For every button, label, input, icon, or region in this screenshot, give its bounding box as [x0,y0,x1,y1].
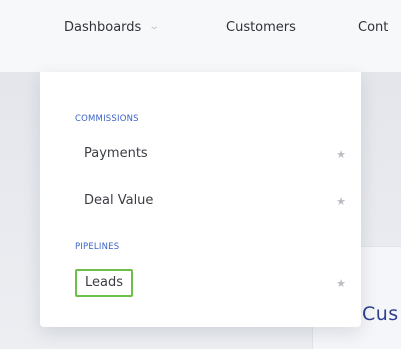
menu-item-payments[interactable]: Payments ★ [75,140,350,168]
menu-item-label: Deal Value [84,193,154,208]
star-icon[interactable]: ★ [336,277,346,290]
menu-item-label: Leads [75,269,134,297]
menu-item-deal-value[interactable]: Deal Value ★ [75,187,350,215]
chevron-down-icon: ⌄ [148,21,161,32]
section-label-commissions: COMMISSIONS [75,114,139,124]
nav-dashboards-label: Dashboards [64,20,142,35]
nav-customers-label: Customers [226,20,296,35]
nav-contacts[interactable]: Cont [358,20,388,35]
menu-item-leads[interactable]: Leads ★ [75,269,350,297]
menu-item-label: Payments [84,146,148,161]
nav-contacts-label: Cont [358,20,389,35]
section-label-pipelines: PIPELINES [75,242,120,252]
background-card-title: Cus [362,303,399,325]
star-icon[interactable]: ★ [336,195,346,208]
top-nav: Dashboards ⌄ Customers Cont [0,0,401,72]
nav-dashboards[interactable]: Dashboards ⌄ [64,20,161,35]
nav-customers[interactable]: Customers [226,20,296,35]
dashboards-dropdown-menu: COMMISSIONS Payments ★ Deal Value ★ PIPE… [40,72,361,327]
star-icon[interactable]: ★ [336,148,346,161]
